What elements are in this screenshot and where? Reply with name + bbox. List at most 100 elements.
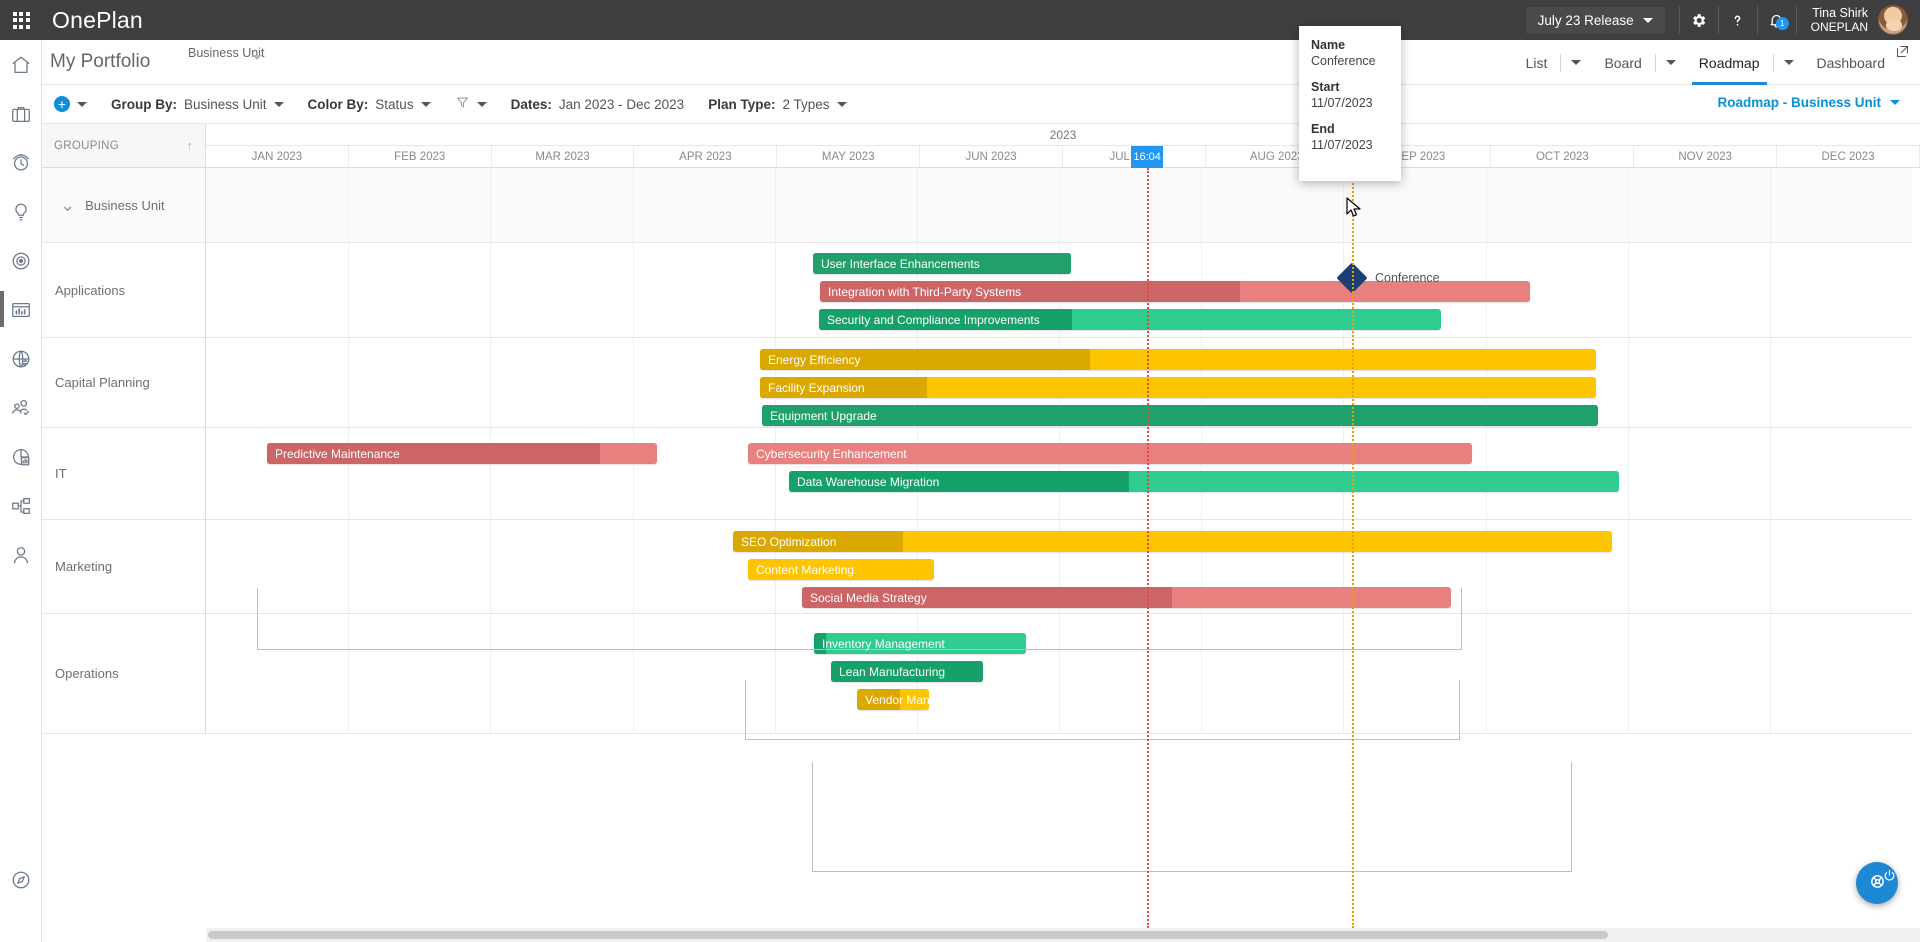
release-label: July 23 Release (1537, 12, 1634, 28)
grid-line (490, 428, 492, 519)
gantt-bar[interactable]: Cybersecurity Enhancement (748, 443, 1472, 464)
gantt-lane: Energy Efficiency Facility Expansion Equip… (206, 338, 1920, 428)
grid-line (1485, 168, 1487, 242)
sidebar-item-portfolio[interactable] (0, 89, 42, 138)
gantt-bar[interactable]: SEO Optimization (733, 531, 1612, 552)
dates-value: Jan 2023 - Dec 2023 (558, 96, 685, 112)
view-tabs: List Board Roadmap Dashboard (1513, 40, 1898, 85)
chevron-down-icon (476, 101, 487, 107)
sidebar-item-profile[interactable] (0, 530, 42, 579)
sidebar-item-integrations[interactable] (0, 334, 42, 383)
month-column-header: JUN 2023 (920, 146, 1063, 167)
pie-report-icon (10, 446, 32, 468)
group-label-cell[interactable]: IT (42, 428, 206, 520)
user-org: ONEPLAN (1810, 20, 1868, 34)
sidebar-item-timesheet[interactable] (0, 138, 42, 187)
today-line (1147, 168, 1150, 928)
sidebar-item-analytics[interactable] (0, 432, 42, 481)
filter-button[interactable] (455, 95, 487, 113)
app-grid-icon[interactable] (0, 0, 42, 40)
gantt-bar[interactable]: Content Marketing (748, 559, 934, 580)
sidebar-item-navigator[interactable] (0, 855, 42, 904)
filter-toolbar: + Group By: Business Unit Color By: Stat… (42, 85, 1920, 124)
color-by-label: Color By: (307, 96, 369, 112)
group-label: Business Unit (85, 197, 165, 213)
group-label-cell[interactable]: Operations (42, 614, 206, 734)
gantt-bar[interactable]: Lean Manufacturing (831, 661, 983, 682)
gantt-bar[interactable]: Security and Compliance Improvements (819, 309, 1441, 330)
grid-line (1627, 168, 1629, 242)
grid-line (632, 168, 634, 242)
chevron-down-icon[interactable] (252, 55, 262, 75)
roadmap-selector[interactable]: Roadmap - Business Unit (1717, 95, 1900, 110)
chevron-down-icon (1890, 100, 1900, 105)
dates-label: Dates: (510, 96, 552, 112)
gantt-bar-label: User Interface Enhancements (821, 256, 980, 271)
people-check-icon (10, 397, 32, 419)
release-selector[interactable]: July 23 Release (1525, 6, 1665, 34)
page-title: My Portfolio (50, 51, 151, 72)
group-label-cell[interactable]: ⌄ Business Unit (42, 168, 206, 243)
avatar[interactable] (1878, 5, 1908, 35)
chevron-down-icon (420, 101, 431, 107)
home-icon (10, 54, 32, 76)
gantt-bar[interactable]: Energy Efficiency (760, 349, 1596, 370)
add-button[interactable]: + (54, 96, 87, 112)
tab-dashboard[interactable]: Dashboard (1804, 40, 1899, 85)
dates-selector[interactable]: Dates: Jan 2023 - Dec 2023 (511, 97, 685, 112)
color-by-selector[interactable]: Color By: Status (308, 97, 431, 112)
gantt-bar[interactable]: User Interface Enhancements (813, 253, 1071, 274)
tab-list[interactable]: List (1513, 40, 1561, 85)
group-label-cell[interactable]: Marketing (42, 520, 206, 614)
chevron-down-icon (836, 101, 847, 107)
briefcase-icon (10, 103, 32, 125)
roadmap-selector-label: Roadmap - Business Unit (1717, 95, 1881, 110)
question-mark-icon[interactable] (1719, 0, 1757, 40)
gantt-bar[interactable]: Data Warehouse Migration (789, 471, 1619, 492)
tab-board[interactable]: Board (1591, 40, 1654, 85)
gantt-bar-label: Facility Expansion (768, 380, 865, 395)
user-menu[interactable]: Tina Shirk ONEPLAN (1797, 5, 1920, 35)
grouping-column-header[interactable]: GROUPING ↑ (42, 124, 206, 168)
gantt-bar-label: Security and Compliance Improvements (827, 312, 1040, 327)
tooltip-end-label: End (1311, 122, 1335, 136)
chevron-down-icon[interactable]: ⌄ (60, 196, 75, 214)
sidebar-item-ideas[interactable] (0, 187, 42, 236)
grid-line (348, 338, 350, 427)
gantt-bar-progress (762, 405, 1598, 426)
grid-line (490, 243, 492, 337)
gantt-bar-label: Lean Manufacturing (839, 664, 946, 679)
sidebar-item-home[interactable] (0, 40, 42, 89)
month-column-header: NOV 2023 (1634, 146, 1778, 167)
grid-line (348, 168, 350, 242)
compass-icon (10, 869, 32, 891)
tooltip-end-value: 11/07/2023 (1311, 138, 1373, 152)
gear-icon[interactable] (1680, 0, 1718, 40)
horizontal-scrollbar[interactable] (206, 928, 1920, 942)
grid-line (632, 338, 634, 427)
timeline-header: 2023 JAN 2023 FEB 2023 MAR 2023 APR 2023 MAY… (206, 124, 1920, 168)
gantt-bar[interactable]: Predictive Maintenance (267, 443, 657, 464)
plan-type-selector[interactable]: Plan Type: 2 Types (708, 97, 847, 112)
vertical-scrollbar[interactable] (1912, 168, 1920, 928)
sidebar-item-workplans[interactable] (0, 481, 42, 530)
sidebar-item-resources[interactable] (0, 383, 42, 432)
sidebar-item-goals[interactable] (0, 236, 42, 285)
gantt-bar-label: Energy Efficiency (768, 352, 861, 367)
roadmap-chevron-down-icon[interactable] (1774, 40, 1804, 85)
gantt-group-row: IT Predictive Maintenance Cybersecurity En… (42, 428, 1920, 520)
gantt-bar[interactable]: Equipment Upgrade (762, 405, 1598, 426)
group-by-value: Business Unit (184, 96, 267, 112)
group-label-cell[interactable]: Applications (42, 243, 206, 338)
bell-icon[interactable]: 1 (1758, 0, 1796, 40)
scrollbar-thumb[interactable] (208, 931, 1608, 939)
list-chevron-down-icon[interactable] (1561, 40, 1591, 85)
group-by-selector[interactable]: Group By: Business Unit (111, 97, 284, 112)
board-chevron-down-icon[interactable] (1656, 40, 1686, 85)
tab-roadmap[interactable]: Roadmap (1686, 40, 1773, 85)
plus-circle-icon: + (54, 96, 70, 112)
gantt-group-row: Applications User Interface Enhancements I… (42, 243, 1920, 338)
sidebar-item-reports[interactable] (0, 285, 42, 334)
gantt-bar[interactable]: Facility Expansion (760, 377, 1596, 398)
group-label-cell[interactable]: Capital Planning (42, 338, 206, 428)
